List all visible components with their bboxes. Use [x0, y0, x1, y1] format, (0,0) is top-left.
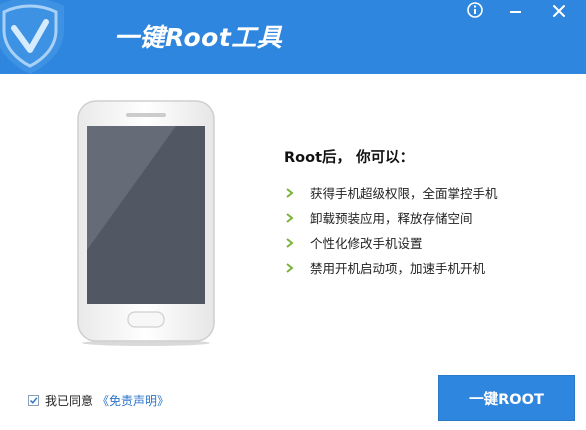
features-heading: Root后， 你可以： — [284, 150, 415, 166]
feature-text: 禁用开机启动项，加速手机开机 — [310, 261, 486, 276]
feature-text: 获得手机超级权限，全面掌控手机 — [310, 186, 498, 201]
window-title: 一键Root工具 — [114, 23, 283, 52]
agree-checkbox[interactable] — [28, 395, 39, 406]
chevron-right-icon — [286, 212, 294, 223]
minimize-icon — [510, 11, 521, 13]
chevron-right-icon — [286, 237, 294, 248]
feature-text: 卸载预装应用，释放存储空间 — [310, 211, 473, 226]
phone-illustration — [77, 100, 215, 346]
list-item: 禁用开机启动项，加速手机开机 — [284, 255, 584, 280]
checkmark-icon — [29, 397, 38, 404]
agreement-row: 我已同意 《免责声明》 — [28, 392, 169, 409]
minimize-button[interactable] — [500, 0, 530, 22]
title-bar: 一键Root工具 — [0, 0, 586, 74]
disclaimer-link[interactable]: 《免责声明》 — [97, 392, 169, 409]
shield-logo-icon — [0, 0, 64, 74]
close-icon — [553, 5, 565, 17]
chevron-right-icon — [286, 262, 294, 273]
list-item: 获得手机超级权限，全面掌控手机 — [284, 180, 584, 205]
info-icon — [467, 2, 483, 18]
list-item: 卸载预装应用，释放存储空间 — [284, 205, 584, 230]
agree-label[interactable]: 我已同意 — [45, 392, 93, 409]
close-button[interactable] — [544, 0, 574, 22]
feature-text: 个性化修改手机设置 — [310, 236, 423, 251]
chevron-right-icon — [286, 187, 294, 198]
one-click-root-button[interactable]: 一键ROOT — [438, 375, 575, 421]
list-item: 个性化修改手机设置 — [284, 230, 584, 255]
feature-panel: Root后， 你可以： 获得手机超级权限，全面掌控手机 卸载预装应用，释放存储空… — [284, 146, 584, 280]
info-button[interactable] — [460, 0, 490, 22]
